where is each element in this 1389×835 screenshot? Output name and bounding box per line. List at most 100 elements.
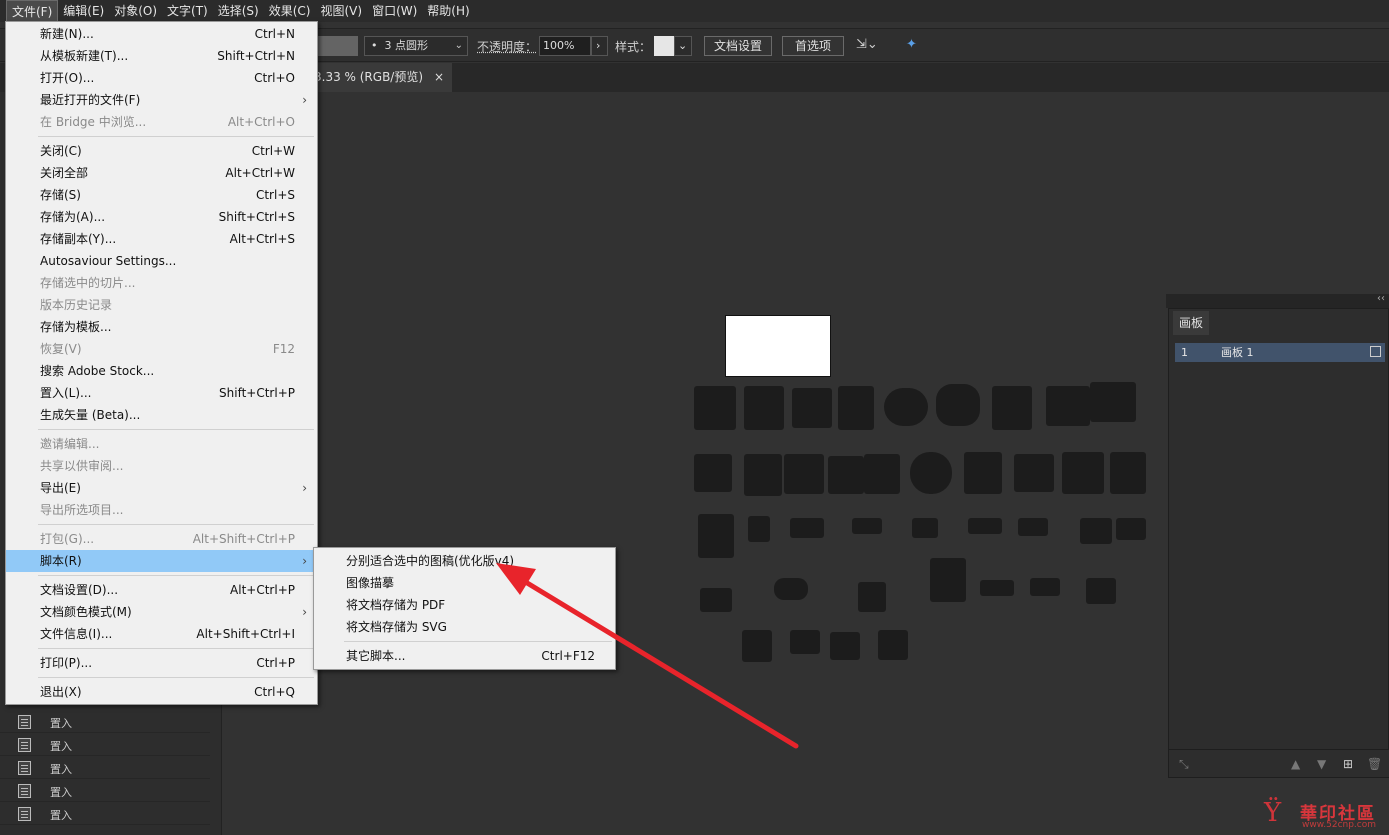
menu-item-save-copy[interactable]: 存储副本(Y)... Alt+Ctrl+S [6, 228, 317, 250]
artwork-item[interactable] [858, 582, 886, 612]
stroke-profile-dropdown[interactable]: • 3 点圆形 ⌄ [364, 36, 468, 56]
tab-artboards[interactable]: 画板 [1173, 311, 1210, 335]
menu-item-new-from-template[interactable]: 从模板新建(T)... Shift+Ctrl+N [6, 45, 317, 67]
menu-item-search-adobe-stock[interactable]: 搜索 Adobe Stock... [6, 360, 317, 382]
menu-item-print[interactable]: 打印(P)... Ctrl+P [6, 652, 317, 674]
close-icon[interactable]: × [434, 63, 444, 91]
artwork-item[interactable] [744, 454, 782, 496]
menu-select[interactable]: 选择(S) [213, 0, 264, 22]
artwork-item[interactable] [980, 580, 1014, 596]
artwork-item[interactable] [968, 518, 1002, 534]
stroke-swatch[interactable] [318, 36, 358, 56]
menu-item-close-all[interactable]: 关闭全部 Alt+Ctrl+W [6, 162, 317, 184]
panel-collapse-bar[interactable]: ‹‹ [1166, 293, 1389, 308]
artwork-item[interactable] [790, 518, 824, 538]
artwork-item[interactable] [1090, 382, 1136, 422]
artwork-item[interactable] [784, 454, 824, 494]
artwork-item[interactable] [748, 516, 770, 542]
arrange-documents-icon[interactable]: ✦ [906, 37, 917, 52]
layer-row[interactable]: 置入 [0, 803, 210, 825]
menu-item-open[interactable]: 打开(O)... Ctrl+O [6, 67, 317, 89]
menu-item-document-color-mode[interactable]: 文档颜色模式(M) › [6, 601, 317, 623]
opacity-input[interactable]: 100% [539, 36, 591, 56]
new-artboard-icon[interactable]: ⊞ [1343, 757, 1353, 771]
layer-row[interactable]: 置入 [0, 734, 210, 756]
menu-window[interactable]: 窗口(W) [367, 0, 422, 22]
menu-item-save-as-template[interactable]: 存储为模板... [6, 316, 317, 338]
artwork-item[interactable] [936, 384, 980, 426]
menu-help[interactable]: 帮助(H) [422, 0, 474, 22]
artwork-item[interactable] [852, 518, 882, 534]
menu-item-new[interactable]: 新建(N)... Ctrl+N [6, 23, 317, 45]
artwork-item[interactable] [1086, 578, 1116, 604]
document-tab[interactable]: 3.33 % (RGB/预览) × [300, 63, 452, 92]
artwork-item[interactable] [838, 386, 874, 430]
menu-item-place[interactable]: 置入(L)... Shift+Ctrl+P [6, 382, 317, 404]
move-down-icon[interactable]: ▼ [1317, 757, 1326, 771]
select-similar-icon[interactable]: ⇲⌄ [856, 37, 878, 52]
artwork-item[interactable] [694, 386, 736, 430]
menu-item-export[interactable]: 导出(E) › [6, 477, 317, 499]
artwork-item[interactable] [1080, 518, 1112, 544]
artwork-item[interactable] [828, 456, 864, 494]
graphic-style-swatch[interactable] [654, 36, 674, 56]
menu-item-save-as[interactable]: 存储为(A)... Shift+Ctrl+S [6, 206, 317, 228]
menu-item-document-setup[interactable]: 文档设置(D)... Alt+Ctrl+P [6, 579, 317, 601]
menu-effect[interactable]: 效果(C) [264, 0, 316, 22]
menu-view[interactable]: 视图(V) [315, 0, 367, 22]
artboard-name: 画板 1 [1221, 346, 1254, 359]
artwork-item[interactable] [1062, 452, 1104, 494]
menu-item-close[interactable]: 关闭(C) Ctrl+W [6, 140, 317, 162]
opacity-dropdown[interactable]: › [591, 36, 608, 56]
artwork-item[interactable] [864, 454, 900, 494]
style-dropdown[interactable]: ⌄ [674, 36, 692, 56]
artboard-options-icon[interactable] [1370, 346, 1381, 357]
rearrange-icon[interactable]: ⤡ [1179, 757, 1189, 772]
artwork-item[interactable] [992, 386, 1032, 430]
artwork-item[interactable] [910, 452, 952, 494]
opacity-label[interactable]: 不透明度： [477, 38, 537, 55]
artwork-item[interactable] [930, 558, 966, 602]
menu-item-autosaviour-settings[interactable]: Autosaviour Settings... [6, 250, 317, 272]
menu-item-file-info[interactable]: 文件信息(I)... Alt+Shift+Ctrl+I [6, 623, 317, 645]
artwork-item[interactable] [964, 452, 1002, 494]
artwork-item[interactable] [1030, 578, 1060, 596]
move-up-icon[interactable]: ▲ [1291, 757, 1300, 771]
artwork-item[interactable] [792, 388, 832, 428]
menu-item-save[interactable]: 存储(S) Ctrl+S [6, 184, 317, 206]
artwork-item[interactable] [884, 388, 928, 426]
artwork-item[interactable] [1014, 454, 1054, 492]
artboard-number: 1 [1181, 346, 1188, 359]
chevron-down-icon: ⌄ [454, 40, 463, 51]
menu-separator [38, 429, 314, 430]
placed-file-icon [18, 738, 31, 752]
menu-item-exit[interactable]: 退出(X) Ctrl+Q [6, 681, 317, 703]
artwork-item[interactable] [694, 454, 732, 492]
watermark-url: www.52cnp.com [1302, 820, 1377, 830]
artboard-list-item[interactable]: 1 画板 1 [1175, 343, 1385, 362]
artwork-item[interactable] [912, 518, 938, 538]
artwork-item[interactable] [1116, 518, 1146, 540]
menu-type[interactable]: 文字(T) [162, 0, 213, 22]
delete-icon[interactable]: 🗑 [1367, 757, 1382, 771]
layer-row[interactable]: 置入 [0, 711, 210, 733]
menu-edit[interactable]: 编辑(E) [58, 0, 109, 22]
artwork-item[interactable] [1018, 518, 1048, 536]
menu-item-generate-vectors[interactable]: 生成矢量 (Beta)... [6, 404, 317, 426]
artwork-item[interactable] [1046, 386, 1090, 426]
artwork-item[interactable] [744, 386, 784, 430]
layer-row[interactable]: 置入 [0, 757, 210, 779]
artboard[interactable] [725, 315, 831, 377]
document-setup-button[interactable]: 文档设置 [704, 36, 772, 56]
menu-file[interactable]: 文件(F) [6, 0, 59, 22]
artwork-item[interactable] [830, 632, 860, 660]
preferences-button[interactable]: 首选项 [782, 36, 844, 56]
artwork-item[interactable] [1110, 452, 1146, 494]
menu-item-open-recent[interactable]: 最近打开的文件(F) › [6, 89, 317, 111]
menu-object[interactable]: 对象(O) [109, 0, 162, 22]
artwork-item[interactable] [878, 630, 908, 660]
menu-item-scripts[interactable]: 脚本(R) › [6, 550, 317, 572]
artwork-item[interactable] [698, 514, 734, 558]
layer-row[interactable]: 置入 [0, 780, 210, 802]
collapse-icon[interactable]: ‹‹ [1377, 293, 1385, 304]
